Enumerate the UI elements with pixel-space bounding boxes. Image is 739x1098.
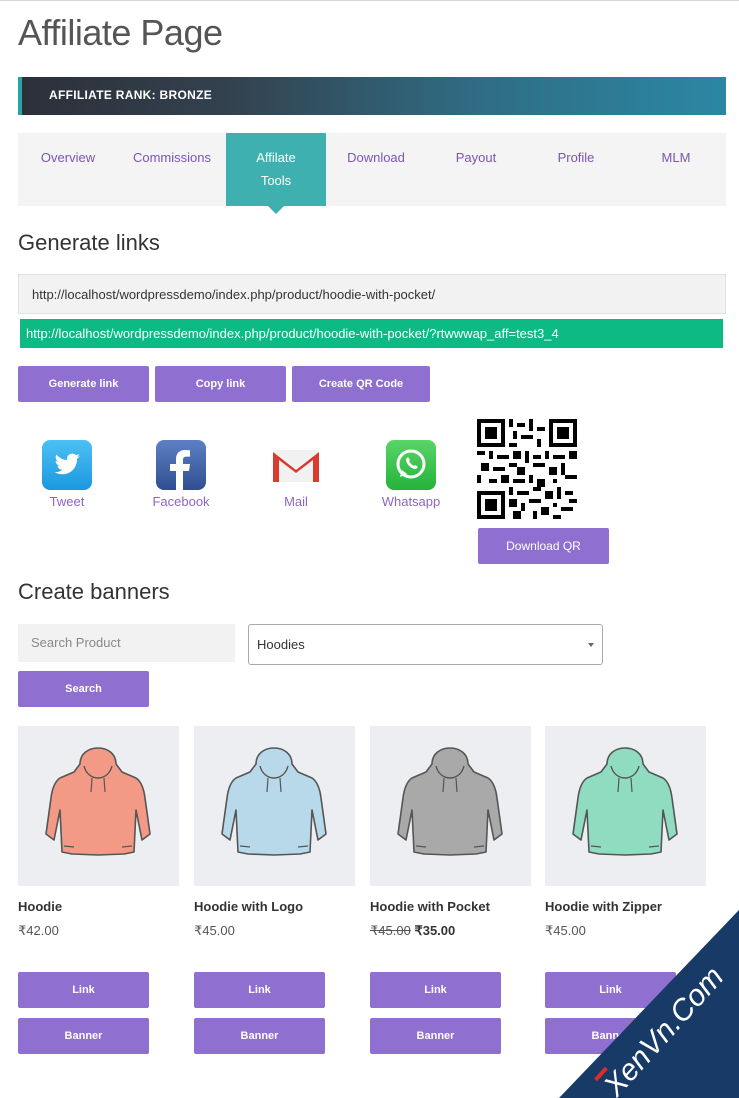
product-link-button[interactable]: Link (370, 972, 501, 1008)
whatsapp-share[interactable]: Whatsapp (376, 440, 446, 509)
product-link-button[interactable]: Link (194, 972, 325, 1008)
download-qr-button[interactable]: Download QR (478, 528, 609, 564)
facebook-share[interactable]: Facebook (146, 440, 216, 509)
product-banner-button[interactable]: Banner (370, 1018, 501, 1054)
product-image (194, 726, 355, 886)
product-name: Hoodie (18, 899, 63, 914)
rank-label: AFFILIATE RANK: BRONZE (49, 88, 213, 102)
whatsapp-icon (386, 440, 436, 490)
generated-link-output[interactable]: http://localhost/wordpressdemo/index.php… (20, 319, 723, 348)
mail-share[interactable]: Mail (266, 440, 326, 509)
qr-code-image (477, 419, 577, 519)
product-price: ₹42.00 (18, 923, 59, 938)
product-banner-button[interactable]: Banner (18, 1018, 149, 1054)
product-banner-button[interactable]: Banner (194, 1018, 325, 1054)
gmail-icon (271, 440, 321, 490)
tab-mlm[interactable]: MLM (626, 133, 726, 206)
product-price: ₹45.00 ₹35.00 (370, 923, 455, 939)
whatsapp-label: Whatsapp (381, 494, 441, 509)
tab-overview[interactable]: Overview (18, 133, 118, 206)
old-price: ₹45.00 (370, 923, 411, 938)
tab-affiliate-tools[interactable]: Affilate Tools (226, 133, 326, 214)
tab-commissions[interactable]: Commissions (118, 133, 226, 206)
generate-links-heading: Generate links (18, 230, 160, 255)
page-title: Affiliate Page (18, 12, 223, 53)
product-link-button[interactable]: Link (18, 972, 149, 1008)
product-name: Hoodie with Pocket (370, 899, 490, 914)
search-button[interactable]: Search (18, 671, 149, 707)
affiliate-rank-bar: AFFILIATE RANK: BRONZE (18, 77, 726, 115)
facebook-label: Facebook (152, 494, 210, 509)
category-select-value: Hoodies (257, 637, 305, 652)
facebook-icon (156, 440, 206, 490)
top-border (0, 0, 739, 1)
tweet-label: Tweet (49, 494, 85, 509)
category-select[interactable]: Hoodies (248, 624, 603, 665)
create-qr-button[interactable]: Create QR Code (292, 366, 430, 402)
copy-link-button[interactable]: Copy link (155, 366, 286, 402)
create-banners-heading: Create banners (18, 579, 170, 604)
mail-label: Mail (284, 494, 308, 509)
product-price: ₹45.00 (194, 923, 235, 938)
tweet-share[interactable]: Tweet (37, 440, 97, 509)
chevron-down-icon (588, 643, 594, 647)
product-name: Hoodie with Logo (194, 899, 304, 914)
watermark-logo: XenVn.Com (559, 910, 739, 1098)
product-image (18, 726, 179, 886)
tab-download[interactable]: Download (326, 133, 426, 206)
product-image (370, 726, 531, 886)
product-image (545, 726, 706, 886)
generate-link-button[interactable]: Generate link (18, 366, 149, 402)
sale-price: ₹35.00 (414, 923, 456, 938)
tab-profile[interactable]: Profile (526, 133, 626, 206)
product-url-input[interactable]: http://localhost/wordpressdemo/index.php… (18, 274, 726, 314)
tab-payout[interactable]: Payout (426, 133, 526, 206)
twitter-icon (42, 440, 92, 490)
affiliate-tabs: Overview Commissions Affilate Tools Down… (18, 133, 726, 214)
tab-affiliate-tools-label: Affilate Tools (256, 150, 296, 188)
product-search-input[interactable]: Search Product (18, 624, 235, 662)
